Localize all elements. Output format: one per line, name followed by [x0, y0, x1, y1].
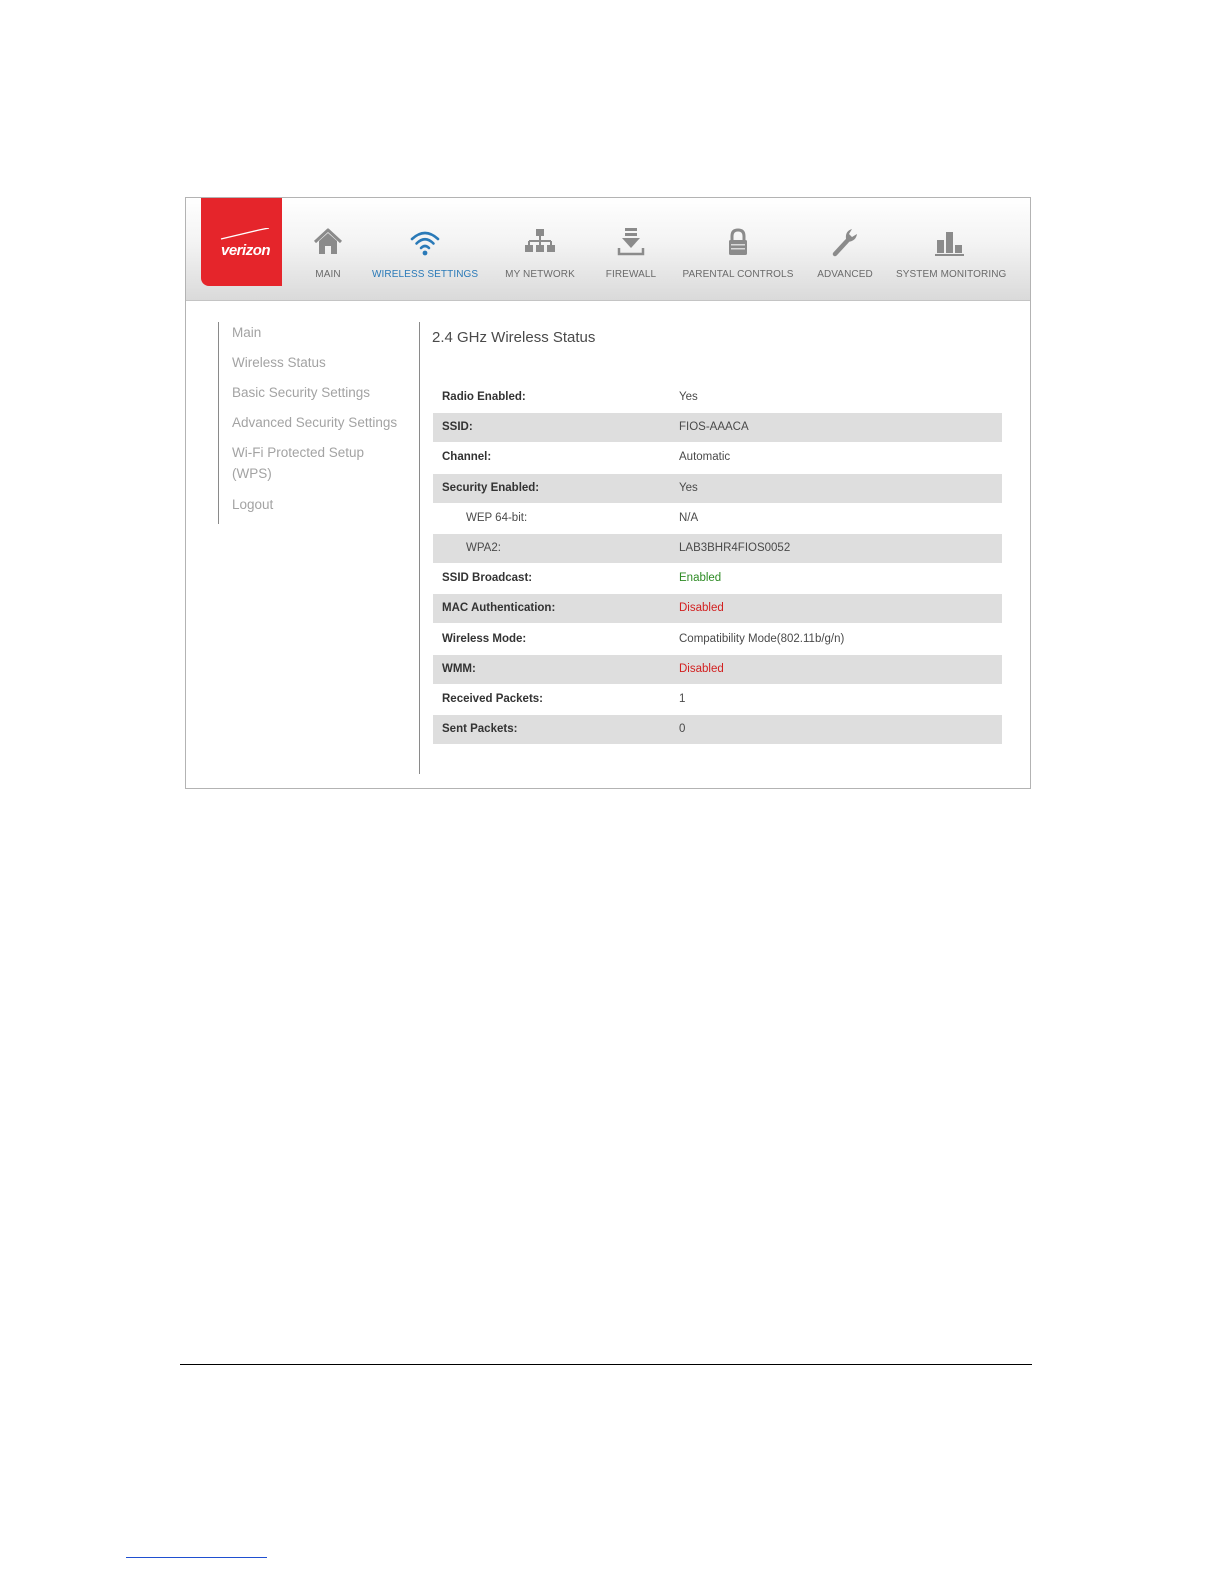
- sidebar-item-main[interactable]: Main: [232, 322, 261, 343]
- logo-text: verizon: [221, 242, 271, 259]
- status-disabled: Disabled: [679, 602, 724, 615]
- sidebar-item-advanced-security[interactable]: Advanced Security Settings: [232, 412, 397, 433]
- row-label: Radio Enabled:: [442, 391, 526, 403]
- sidebar-item-wireless-status[interactable]: Wireless Status: [232, 352, 326, 373]
- firewall-icon: [617, 228, 645, 256]
- network-icon: [525, 229, 555, 252]
- row-value: Automatic: [679, 451, 731, 464]
- nav-label: MY NETWORK: [505, 269, 575, 280]
- nav-advanced[interactable]: ADVANCED: [817, 226, 873, 286]
- table-row: Channel: Automatic: [433, 443, 1002, 472]
- sidebar-menu: Main Wireless Status Basic Security Sett…: [218, 322, 409, 524]
- status-disabled: Disabled: [679, 662, 724, 675]
- nav-parental-controls[interactable]: PARENTAL CONTROLS: [680, 226, 796, 286]
- row-label: Security Enabled:: [442, 481, 540, 494]
- nav-label: FIREWALL: [605, 269, 657, 280]
- router-admin-window: verizon MAIN WIRELESS SETTINGS MY NETWOR…: [185, 197, 1031, 789]
- nav-firewall[interactable]: FIREWALL: [604, 226, 658, 286]
- row-value: Yes: [679, 481, 698, 494]
- row-label: Channel:: [442, 451, 492, 464]
- footer-link-underline[interactable]: [126, 1557, 267, 1558]
- row-value: 0: [679, 723, 686, 736]
- wifi-icon: [410, 231, 440, 256]
- wrench-icon: [832, 229, 857, 257]
- table-row: Wireless Mode: Compatibility Mode(802.11…: [433, 625, 1002, 654]
- sidebar-item-basic-security[interactable]: Basic Security Settings: [232, 382, 370, 403]
- nav-main[interactable]: MAIN: [305, 226, 351, 286]
- row-label: Sent Packets:: [442, 723, 518, 736]
- bar-chart-icon: [935, 232, 964, 256]
- row-value: LAB3BHR4FIOS0052: [679, 541, 791, 554]
- page-title: 2.4 GHz Wireless Status: [432, 329, 596, 346]
- verizon-logo[interactable]: verizon: [201, 198, 282, 286]
- row-label: WEP 64-bit:: [466, 511, 528, 524]
- table-row: MAC Authentication: Disabled: [433, 594, 1002, 624]
- row-value: N/A: [679, 511, 699, 524]
- row-label: MAC Authentication:: [442, 602, 556, 615]
- row-label: Wireless Mode:: [442, 632, 527, 645]
- top-nav-bar: verizon MAIN WIRELESS SETTINGS MY NETWOR…: [186, 198, 1030, 301]
- nav-label: ADVANCED: [817, 269, 873, 280]
- table-row: Received Packets: 1: [433, 685, 1002, 714]
- row-label: WMM:: [442, 662, 476, 675]
- table-row: WMM: Disabled: [433, 654, 1002, 684]
- sidebar-item-wps[interactable]: Wi-Fi Protected Setup (WPS): [232, 442, 382, 484]
- row-value: FIOS-AAACA: [679, 421, 749, 434]
- home-icon: [313, 228, 343, 254]
- logo-check-icon: [220, 228, 270, 240]
- table-row: SSID Broadcast: Enabled: [433, 564, 1002, 593]
- table-row: Radio Enabled: Yes: [433, 383, 1002, 412]
- table-row: Sent Packets: 0: [433, 715, 1002, 745]
- row-label: Received Packets:: [442, 692, 544, 705]
- table-row: SSID: FIOS-AAACA: [433, 413, 1002, 443]
- row-value: 1: [679, 692, 686, 705]
- sidebar-item-logout[interactable]: Logout: [232, 494, 273, 515]
- row-value: Compatibility Mode(802.11b/g/n): [679, 632, 845, 645]
- status-enabled: Enabled: [679, 572, 722, 585]
- nav-label: WIRELESS SETTINGS: [372, 269, 479, 280]
- table-row: WPA2: LAB3BHR4FIOS0052: [433, 533, 1002, 563]
- nav-label: MAIN: [315, 269, 341, 280]
- lock-icon: [729, 228, 747, 255]
- row-label: SSID:: [442, 421, 473, 434]
- nav-label: SYSTEM MONITORING: [896, 269, 1007, 280]
- table-row: WEP 64-bit: N/A: [433, 504, 1002, 533]
- nav-label: PARENTAL CONTROLS: [682, 269, 794, 280]
- row-label: WPA2:: [466, 541, 501, 554]
- table-row: Security Enabled: Yes: [433, 473, 1002, 503]
- nav-my-network[interactable]: MY NETWORK: [504, 226, 576, 286]
- row-label: SSID Broadcast:: [442, 572, 533, 585]
- content-divider: [419, 322, 420, 774]
- nav-system-monitoring[interactable]: SYSTEM MONITORING: [896, 226, 1007, 286]
- row-value: Yes: [679, 391, 698, 403]
- nav-wireless-settings[interactable]: WIRELESS SETTINGS: [372, 226, 478, 286]
- footer-divider: [180, 1364, 1032, 1365]
- wireless-status-table: Radio Enabled: Yes SSID: FIOS-AAACA Chan…: [433, 383, 1002, 745]
